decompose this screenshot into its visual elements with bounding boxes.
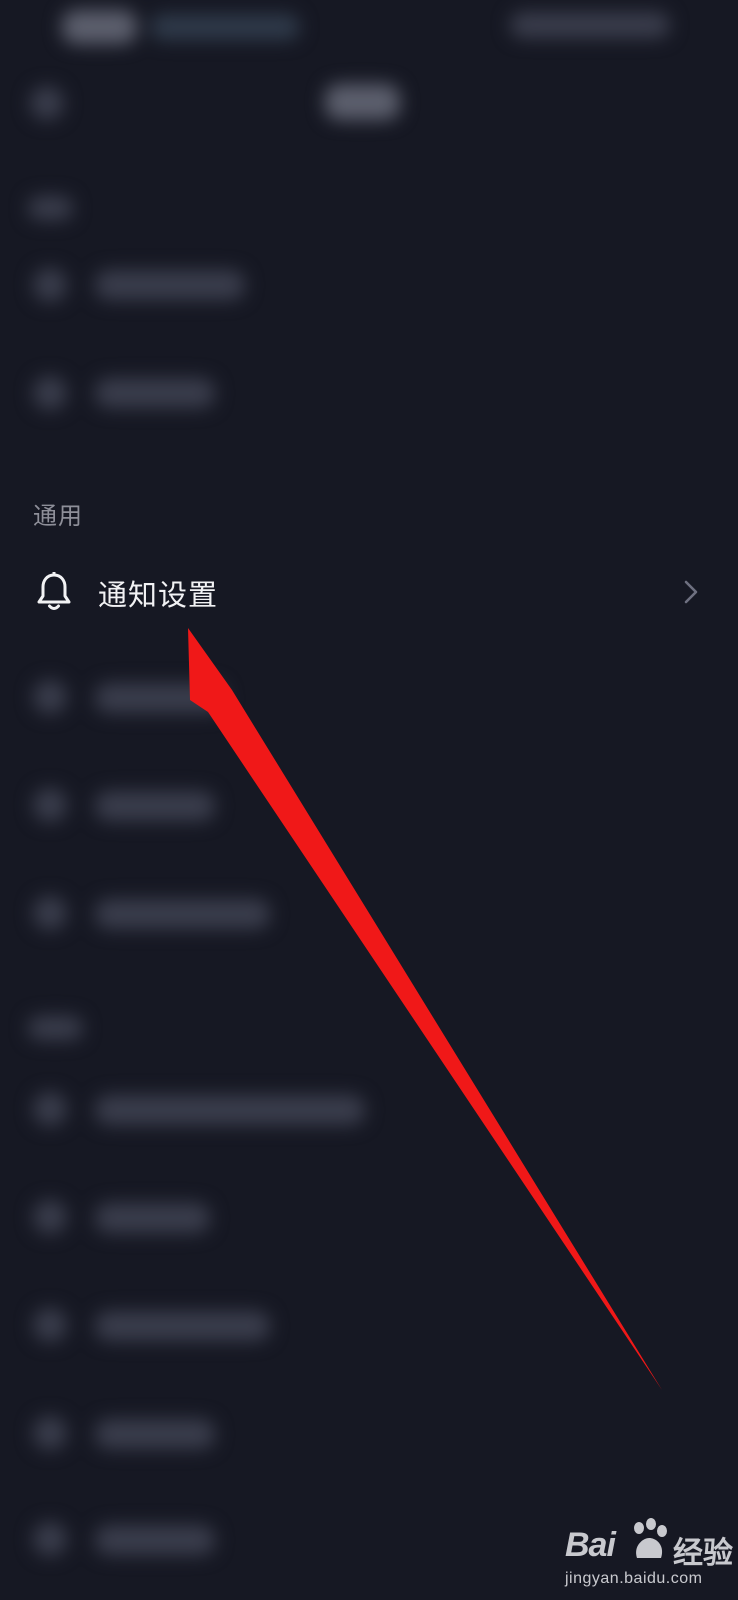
watermark-brand-suffix: 经验 <box>673 1537 733 1570</box>
section-title-general: 通用 <box>33 503 83 530</box>
baidu-jingyan-watermark: Bai 经验 jingyan.baidu.com <box>565 1518 735 1594</box>
baidu-paw-icon <box>634 1518 667 1558</box>
annotation-arrow-shape <box>188 628 662 1390</box>
watermark-url: jingyan.baidu.com <box>565 1570 703 1587</box>
notification-settings-row[interactable]: 通知设置 <box>0 548 738 636</box>
bell-icon <box>37 572 71 610</box>
watermark-brand: Bai <box>565 1526 616 1564</box>
chevron-right-icon <box>684 580 698 604</box>
notification-settings-label: 通知设置 <box>98 580 219 612</box>
